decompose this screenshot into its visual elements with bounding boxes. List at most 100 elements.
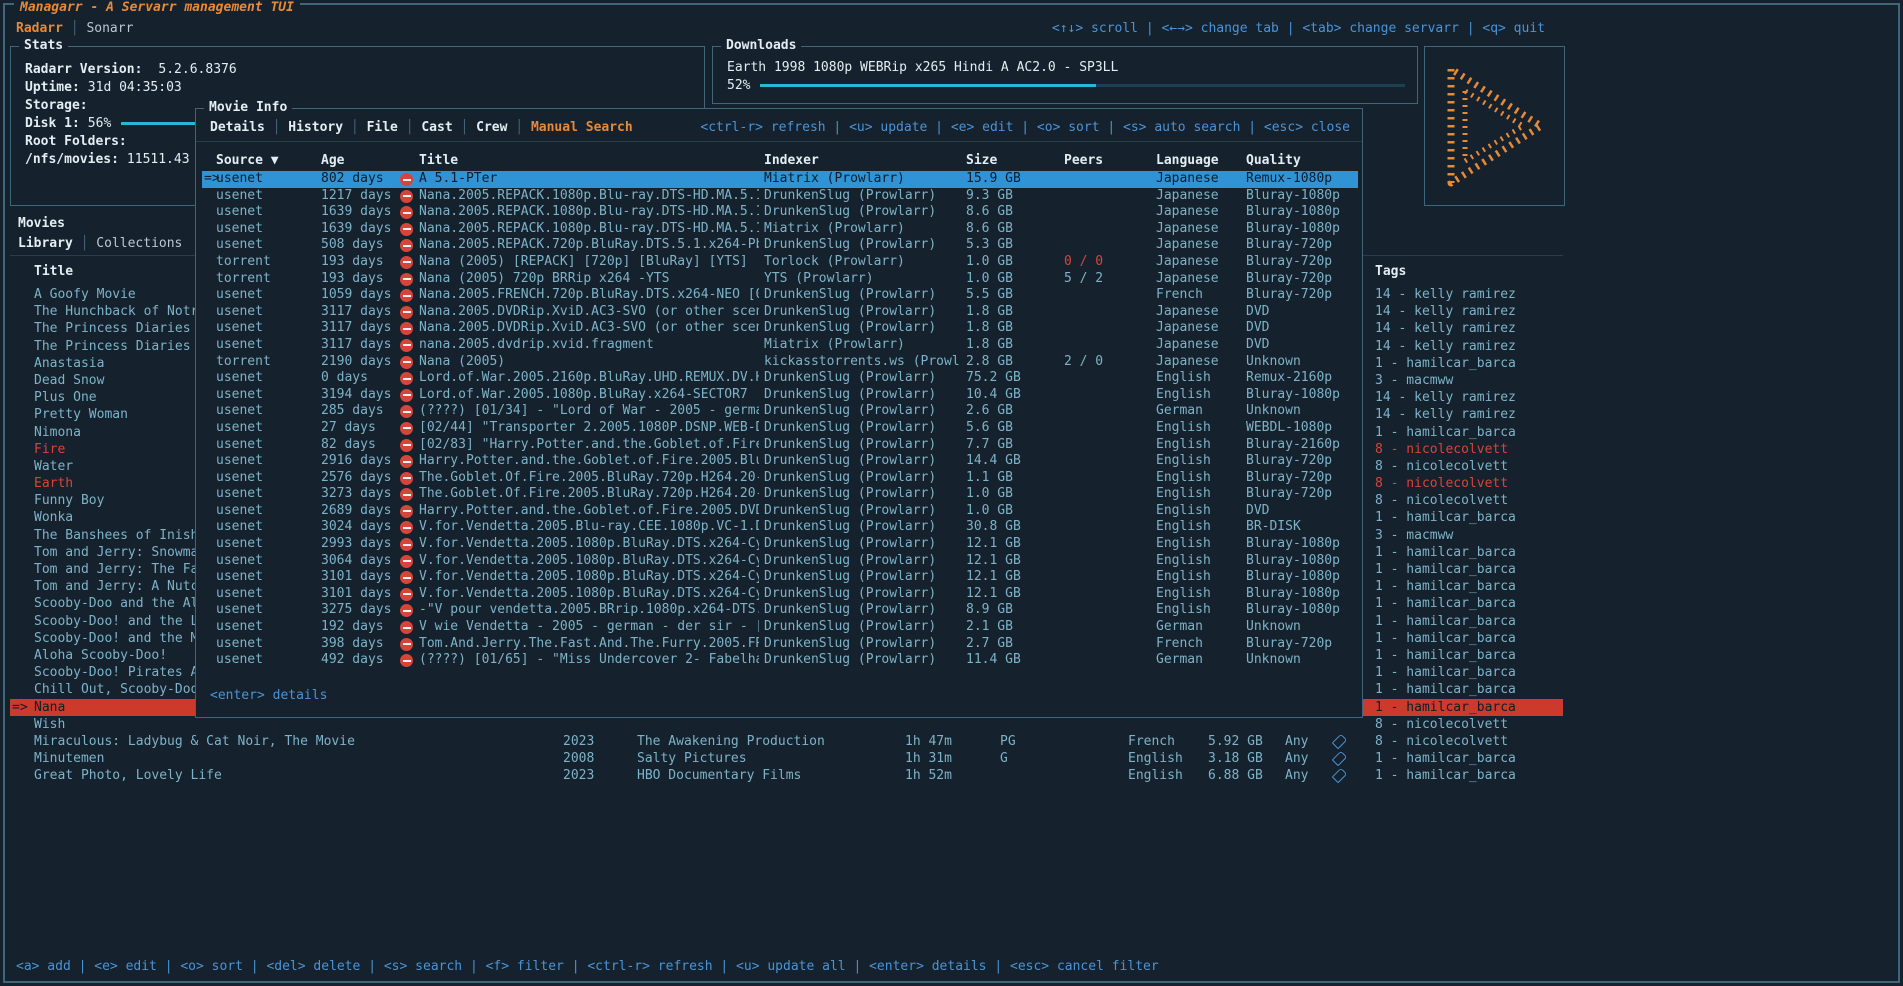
release-row[interactable]: usenet 3275 days -"V pour vendetta.2005.… (202, 602, 1358, 619)
release-source-cell: usenet (216, 503, 263, 520)
release-title-cell: Nana (2005) [REPACK] [720p] [BluRay] [YT… (419, 254, 759, 271)
movie-language-cell: English (1128, 750, 1183, 767)
release-quality-cell: WEBDL-1080p (1246, 420, 1332, 437)
release-language-cell: German (1156, 652, 1203, 669)
release-row[interactable]: usenet 508 days Nana.2005.REPACK.720p.Bl… (202, 237, 1358, 254)
release-row[interactable]: torrent 193 days Nana (2005) 720p BRRip … (202, 271, 1358, 288)
tab-file[interactable]: File (367, 120, 398, 135)
release-quality-cell: Bluray-1080p (1246, 569, 1340, 586)
release-row[interactable]: usenet 3101 days V.for.Vendetta.2005.108… (202, 569, 1358, 586)
selection-prefix: => (12, 699, 28, 716)
release-row[interactable]: usenet 3101 days V.for.Vendetta.2005.108… (202, 586, 1358, 603)
release-title-cell: The.Goblet.Of.Fire.2005.BluRay.720p.H264… (419, 470, 759, 487)
rejected-icon (400, 538, 413, 551)
release-size-cell: 2.1 GB (966, 619, 1013, 636)
movie-tags-cell: 8 - nicolecolvett (1375, 492, 1560, 509)
release-peers-cell: 5 / 2 (1064, 271, 1103, 288)
release-language-cell: German (1156, 619, 1203, 636)
release-indexer-cell: DrunkenSlug (Prowlarr) (764, 619, 960, 636)
release-title-cell: Nana (2005) 720p BRRip x264 -YTS (419, 271, 759, 288)
release-row[interactable]: usenet 3064 days V.for.Vendetta.2005.108… (202, 553, 1358, 570)
release-row[interactable]: usenet 1217 days Nana.2005.REPACK.1080p.… (202, 188, 1358, 205)
release-language-cell: English (1156, 437, 1211, 454)
column-source-sorted: Source ▼ (216, 153, 279, 170)
release-indexer-cell: YTS (Prowlarr) (764, 271, 960, 288)
release-source-cell: usenet (216, 403, 263, 420)
tab-radarr[interactable]: Radarr (16, 21, 63, 36)
tab-collections[interactable]: Collections (96, 236, 182, 251)
tab-sonarr[interactable]: Sonarr (86, 21, 133, 36)
release-source-cell: usenet (216, 652, 263, 669)
tab-history[interactable]: History (288, 120, 343, 135)
release-language-cell: English (1156, 536, 1211, 553)
tab-cast[interactable]: Cast (421, 120, 452, 135)
release-row[interactable]: usenet 0 days Lord.of.War.2005.2160p.Blu… (202, 370, 1358, 387)
release-row[interactable]: usenet 27 days [02/44] "Transporter 2.20… (202, 420, 1358, 437)
column-age: Age (321, 153, 344, 170)
logo-panel (1424, 46, 1565, 206)
release-row[interactable]: usenet 492 days (????) [01/65] - "Miss U… (202, 652, 1358, 669)
movie-studio-cell: Salty Pictures (637, 750, 897, 767)
release-row[interactable]: usenet 285 days (????) [01/34] - "Lord o… (202, 403, 1358, 420)
tab-details[interactable]: Details (210, 120, 265, 135)
release-row[interactable]: usenet 192 days V wie Vendetta - 2005 - … (202, 619, 1358, 636)
release-row[interactable]: usenet 3117 days Nana.2005.DVDRip.XviD.A… (202, 320, 1358, 337)
release-row[interactable]: => usenet 802 days A 5.1-PTer Miatrix (P… (202, 171, 1358, 188)
movie-row[interactable]: Miraculous: Ladybug & Cat Noir, The Movi… (10, 733, 1563, 750)
movie-runtime-cell: 1h 52m (905, 767, 952, 784)
release-row[interactable]: usenet 3117 days nana.2005.dvdrip.xvid.f… (202, 337, 1358, 354)
release-row[interactable]: usenet 3024 days V.for.Vendetta.2005.Blu… (202, 519, 1358, 536)
release-row[interactable]: usenet 398 days Tom.And.Jerry.The.Fast.A… (202, 636, 1358, 653)
release-row[interactable]: usenet 2993 days V.for.Vendetta.2005.108… (202, 536, 1358, 553)
release-quality-cell: Bluray-720p (1246, 453, 1332, 470)
movie-tags-cell: 1 - hamilcar_barca (1375, 664, 1560, 681)
servarr-tab-bar: Radarr │ Sonarr (16, 20, 133, 37)
release-row[interactable]: usenet 3194 days Lord.of.War.2005.1080p.… (202, 387, 1358, 404)
release-quality-cell: Bluray-720p (1246, 287, 1332, 304)
movie-tags-cell: 3 - macmww (1375, 372, 1560, 389)
release-row[interactable]: usenet 3117 days Nana.2005.DVDRip.XviD.A… (202, 304, 1358, 321)
rejected-icon (400, 488, 413, 501)
tab-manual-search[interactable]: Manual Search (531, 120, 633, 135)
release-row[interactable]: usenet 82 days [02/83] "Harry.Potter.and… (202, 437, 1358, 454)
rejected-icon (400, 422, 413, 435)
release-row[interactable]: usenet 1059 days Nana.2005.FRENCH.720p.B… (202, 287, 1358, 304)
movie-row[interactable]: Wish 8 - nicolecolvett (10, 716, 1563, 733)
movie-row[interactable]: Great Photo, Lovely Life 2023 HBO Docume… (10, 767, 1563, 784)
tab-library[interactable]: Library (18, 236, 73, 251)
movie-tags-cell: 8 - nicolecolvett (1375, 716, 1560, 733)
release-row[interactable]: usenet 1639 days Nana.2005.REPACK.1080p.… (202, 204, 1358, 221)
movie-min-availability-cell: Any (1285, 750, 1308, 767)
release-indexer-cell: Torlock (Prowlarr) (764, 254, 960, 271)
movie-tags-cell: 1 - hamilcar_barca (1375, 561, 1560, 578)
app-title: Managarr - A Servarr management TUI (14, 0, 300, 16)
movie-row[interactable]: Minutemen 2008 Salty Pictures 1h 31m G E… (10, 750, 1563, 767)
movie-tags-cell: 1 - hamilcar_barca (1375, 613, 1560, 630)
release-language-cell: Japanese (1156, 320, 1219, 337)
release-row[interactable]: usenet 2689 days Harry.Potter.and.the.Go… (202, 503, 1358, 520)
release-row[interactable]: torrent 193 days Nana (2005) [REPACK] [7… (202, 254, 1358, 271)
release-age-cell: 285 days (321, 403, 384, 420)
release-row[interactable]: usenet 3273 days The.Goblet.Of.Fire.2005… (202, 486, 1358, 503)
release-row[interactable]: usenet 2576 days The.Goblet.Of.Fire.2005… (202, 470, 1358, 487)
release-quality-cell: Bluray-720p (1246, 470, 1332, 487)
release-title-cell: Nana.2005.FRENCH.720p.BluRay.DTS.x264-NE… (419, 287, 759, 304)
release-row[interactable]: usenet 1639 days Nana.2005.REPACK.1080p.… (202, 221, 1358, 238)
rejected-icon (400, 372, 413, 385)
release-title-cell: V.for.Vendetta.2005.1080p.BluRay.DTS.x26… (419, 569, 759, 586)
release-source-cell: usenet (216, 171, 263, 188)
release-size-cell: 2.8 GB (966, 354, 1013, 371)
release-title-cell: Harry.Potter.and.the.Goblet.of.Fire.2005… (419, 503, 759, 520)
release-size-cell: 7.7 GB (966, 437, 1013, 454)
tab-crew[interactable]: Crew (476, 120, 507, 135)
release-quality-cell: Bluray-2160p (1246, 437, 1340, 454)
release-language-cell: Japanese (1156, 204, 1219, 221)
stats-panel-title: Stats (19, 38, 68, 54)
release-row[interactable]: torrent 2190 days Nana (2005) kickasstor… (202, 354, 1358, 371)
column-language: Language (1156, 153, 1219, 170)
release-source-cell: usenet (216, 636, 263, 653)
release-quality-cell: Bluray-720p (1246, 486, 1332, 503)
release-row[interactable]: usenet 2916 days Harry.Potter.and.the.Go… (202, 453, 1358, 470)
movie-studio-cell: HBO Documentary Films (637, 767, 897, 784)
rejected-icon (400, 571, 413, 584)
